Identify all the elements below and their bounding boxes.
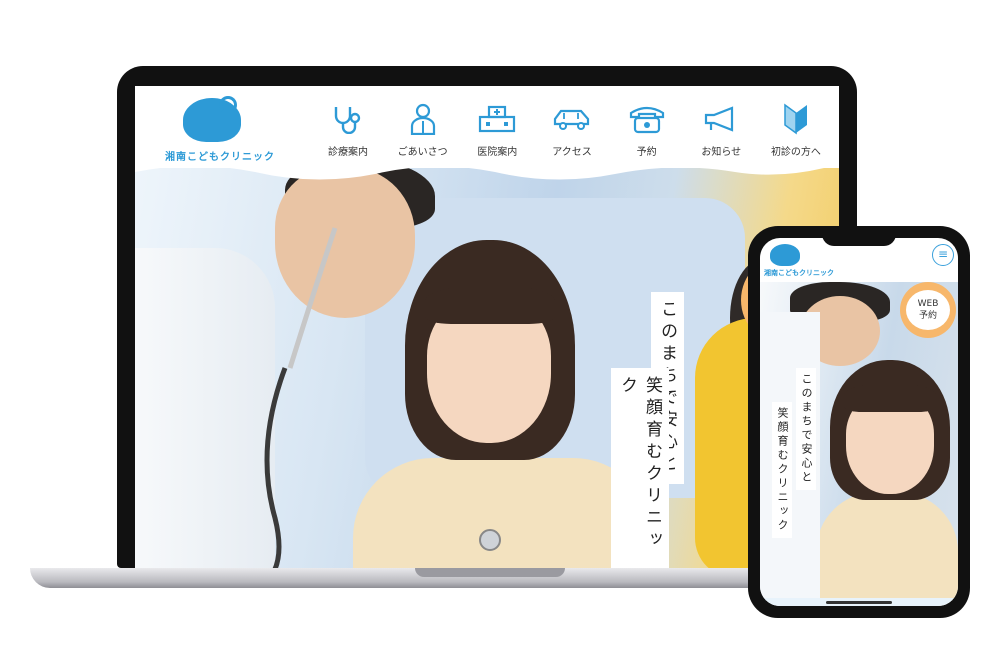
girl-bangs-shape <box>844 384 936 412</box>
laptop-notch <box>415 568 565 577</box>
logo-text: 湘南こどもクリニック <box>165 152 275 163</box>
hero-catch-line-2: 笑顔育むクリニック <box>772 402 792 538</box>
hero-catch-line-1: このまちで安心と <box>796 368 816 490</box>
phone-notch <box>822 228 896 246</box>
phone-screen: 湘南こどもクリニック ≡ このまちで安心と 笑顔育むクリニック WEB 予約 <box>760 238 958 606</box>
beginner-mark-icon <box>761 103 831 135</box>
nav-label: 予約 <box>636 147 657 158</box>
telephone-icon <box>612 104 682 134</box>
logo-text: 湘南こどもクリニック <box>764 269 834 277</box>
hospital-icon <box>462 104 532 134</box>
whale-logo-icon[interactable] <box>770 244 800 266</box>
nav-label: お知らせ <box>701 147 742 158</box>
whale-spout-icon <box>219 96 237 114</box>
web-reservation-label: WEB 予約 <box>906 290 950 330</box>
car-icon <box>537 104 607 134</box>
nav-label: 診療案内 <box>328 147 368 158</box>
nav-item-aisatsu[interactable]: ごあいさつ <box>388 103 458 164</box>
global-nav: 診療案内 ごあいさつ 医院案内 アクセス 予約 お知らせ 初診の方へ <box>313 103 831 164</box>
nav-item-yoyaku[interactable]: 予約 <box>612 104 682 164</box>
hero-catch-line-2: 笑顔育むクリニック <box>611 368 669 570</box>
doctor-icon <box>388 103 458 135</box>
girl-shirt-shape <box>816 492 958 606</box>
hero-top-wave <box>135 168 824 180</box>
megaphone-icon <box>686 104 756 134</box>
stethoscope-icon <box>313 104 383 134</box>
nav-label: 医院案内 <box>477 147 518 158</box>
web-badge-line-2: 予約 <box>918 311 937 321</box>
nav-label: 初診の方へ <box>770 147 821 158</box>
nav-item-iin[interactable]: 医院案内 <box>462 104 532 164</box>
nav-item-oshirase[interactable]: お知らせ <box>686 104 756 164</box>
hero-visual: このまちで安心と 笑顔育むクリニック WEB 予約 <box>135 168 839 570</box>
home-indicator[interactable] <box>826 601 892 604</box>
site-logo[interactable]: 湘南こどもクリニック <box>165 96 274 168</box>
laptop-screen: 湘南こどもクリニック 診療案内 ごあいさつ 医院案内 アクセス 予約 お知らせ … <box>135 86 839 570</box>
nav-item-shoshin[interactable]: 初診の方へ <box>761 103 831 164</box>
nav-label: ごあいさつ <box>397 147 448 158</box>
nav-item-access[interactable]: アクセス <box>537 104 607 164</box>
nav-item-shinryo[interactable]: 診療案内 <box>313 104 383 164</box>
web-reservation-badge[interactable]: WEB 予約 <box>900 282 956 338</box>
nav-label: アクセス <box>552 147 592 158</box>
hamburger-menu-icon[interactable]: ≡ <box>932 244 954 266</box>
web-badge-line-1: WEB <box>917 299 939 309</box>
stethoscope-tube-shape <box>264 227 501 570</box>
